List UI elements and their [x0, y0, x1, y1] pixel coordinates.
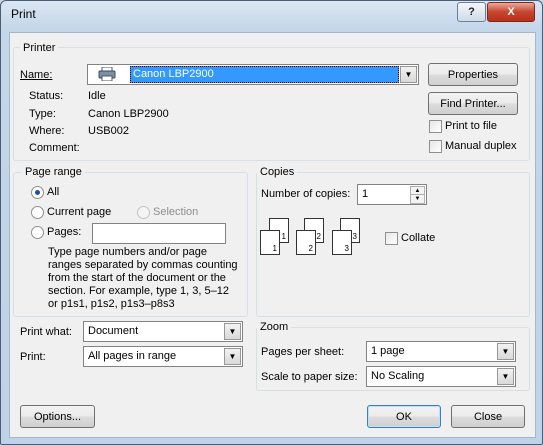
- collate-label[interactable]: Collate: [401, 232, 435, 244]
- chevron-down-icon[interactable]: ▼: [224, 348, 241, 365]
- close-button-label: Close: [473, 410, 503, 423]
- where-value: USB002: [88, 125, 129, 137]
- collate-page-front-2: 2: [296, 230, 316, 255]
- options-button[interactable]: Options...: [20, 405, 95, 428]
- ok-button-label: OK: [396, 410, 412, 423]
- pages-radio[interactable]: [31, 226, 44, 239]
- status-label: Status:: [29, 90, 64, 102]
- print-what-value: Document: [88, 325, 139, 337]
- selection-label: Selection: [153, 206, 199, 218]
- all-radio-label[interactable]: All: [47, 186, 59, 198]
- print-select[interactable]: All pages in range ▼: [83, 346, 243, 367]
- print-to-file-checkbox[interactable]: [429, 120, 442, 133]
- type-value: Canon LBP2900: [88, 108, 169, 120]
- collate-checkbox[interactable]: [385, 232, 398, 245]
- comment-label: Comment:: [29, 142, 80, 154]
- pages-per-sheet-label: Pages per sheet:: [261, 346, 345, 358]
- zoom-label: Zoom: [257, 321, 292, 333]
- printer-name-value: Canon LBP2900: [130, 66, 399, 83]
- page-range-help-text: Type page numbers and/or page ranges sep…: [48, 246, 238, 310]
- printer-name-select[interactable]: Canon LBP2900 ▼: [87, 64, 419, 85]
- collate-page-front-3: 3: [332, 230, 352, 255]
- pages-per-sheet-select[interactable]: 1 page ▼: [366, 341, 516, 362]
- chevron-down-icon[interactable]: ▼: [497, 343, 514, 360]
- scale-to-paper-select[interactable]: No Scaling ▼: [366, 366, 516, 387]
- printer-group-label: Printer: [20, 42, 59, 54]
- ok-button[interactable]: OK: [367, 405, 441, 428]
- name-label-text: Name:: [20, 69, 53, 81]
- manual-duplex-checkbox[interactable]: [429, 140, 442, 153]
- print-what-select[interactable]: Document ▼: [83, 321, 243, 342]
- pages-input[interactable]: [92, 223, 226, 244]
- print-value: All pages in range: [88, 350, 177, 362]
- status-value: Idle: [88, 90, 106, 102]
- number-of-copies-label: Number of copies:: [261, 188, 351, 200]
- type-label: Type:: [29, 108, 56, 120]
- options-button-label: Options...: [33, 410, 82, 423]
- current-page-radio[interactable]: [31, 206, 44, 219]
- pages-per-sheet-value: 1 page: [371, 345, 405, 357]
- window-title: Print: [11, 7, 36, 21]
- selection-radio: [137, 206, 150, 219]
- print-label: Print:: [20, 351, 46, 363]
- spin-down-icon[interactable]: ▼: [410, 194, 425, 204]
- chevron-down-icon[interactable]: ▼: [224, 323, 241, 340]
- close-button[interactable]: Close: [451, 405, 525, 428]
- print-dialog: Print ? X Printer Name: Canon LBP2900 ▼ …: [0, 0, 543, 445]
- find-printer-label: Find Printer...: [440, 97, 506, 110]
- help-button[interactable]: ?: [457, 2, 486, 22]
- chevron-down-icon[interactable]: ▼: [497, 368, 514, 385]
- copies-label: Copies: [257, 166, 298, 178]
- print-what-label: Print what:: [20, 326, 72, 338]
- all-radio[interactable]: [31, 186, 44, 199]
- name-label: Name:: [20, 69, 52, 81]
- scale-to-paper-label: Scale to paper size:: [261, 371, 358, 383]
- properties-button[interactable]: Properties: [428, 63, 518, 86]
- collate-page-front-1: 1: [260, 230, 280, 255]
- dialog-body: Printer Name: Canon LBP2900 ▼ Properties…: [9, 32, 536, 438]
- window-close-button[interactable]: X: [487, 2, 535, 22]
- printer-icon: [98, 66, 116, 82]
- copies-value: 1: [362, 188, 369, 200]
- where-label: Where:: [29, 125, 65, 137]
- copies-spinner[interactable]: 1 ▲ ▼: [357, 184, 427, 205]
- print-to-file-label[interactable]: Print to file: [445, 120, 497, 132]
- chevron-down-icon[interactable]: ▼: [400, 66, 417, 83]
- pages-label[interactable]: Pages:: [47, 226, 81, 238]
- properties-button-label: Properties: [447, 68, 499, 81]
- manual-duplex-label[interactable]: Manual duplex: [445, 140, 517, 152]
- find-printer-button[interactable]: Find Printer...: [428, 92, 518, 115]
- current-page-label[interactable]: Current page: [47, 206, 111, 218]
- scale-to-paper-value: No Scaling: [371, 370, 425, 382]
- page-range-label: Page range: [22, 166, 85, 178]
